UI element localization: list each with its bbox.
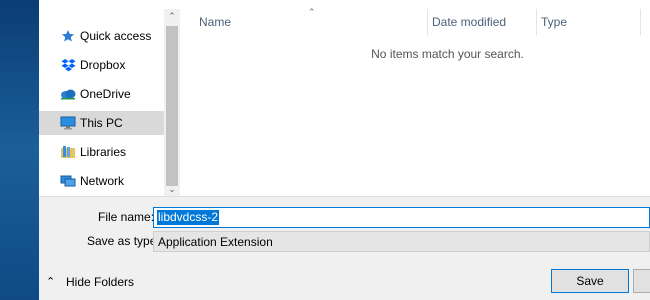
nav-label: Network bbox=[80, 174, 125, 188]
column-header-date-modified[interactable]: Date modified bbox=[432, 9, 532, 35]
nav-item-libraries[interactable]: Libraries bbox=[39, 140, 164, 164]
column-header-type[interactable]: Type bbox=[541, 9, 641, 35]
file-name-label: File name: bbox=[98, 210, 155, 224]
nav-label: OneDrive bbox=[80, 87, 131, 101]
navigation-pane: Quick access Dropbox OneDrive This PC Li… bbox=[39, 9, 164, 196]
save-button[interactable]: Save bbox=[551, 269, 629, 293]
libraries-icon bbox=[60, 144, 76, 160]
nav-item-this-pc[interactable]: This PC bbox=[39, 111, 164, 135]
column-divider[interactable] bbox=[640, 9, 641, 35]
network-icon bbox=[60, 173, 76, 189]
save-as-type-value: Application Extension bbox=[158, 235, 273, 249]
empty-results-message: No items match your search. bbox=[371, 47, 524, 61]
save-as-type-select[interactable]: Application Extension bbox=[153, 231, 650, 252]
column-divider[interactable] bbox=[536, 9, 537, 35]
save-button-label: Save bbox=[576, 274, 604, 288]
hide-folders-label: Hide Folders bbox=[66, 275, 135, 289]
nav-label: Libraries bbox=[80, 145, 127, 159]
dialog-top-edge bbox=[39, 0, 650, 9]
chevron-down-icon[interactable]: ⌄ bbox=[164, 182, 180, 196]
computer-icon bbox=[60, 115, 76, 131]
file-name-value: libdvdcss-2 bbox=[157, 210, 220, 225]
file-list-pane: ⌃ Name Date modified Type No items match… bbox=[180, 7, 650, 196]
nav-label: This PC bbox=[80, 116, 123, 130]
nav-item-network[interactable]: Network bbox=[39, 169, 164, 193]
desktop-background bbox=[0, 0, 39, 300]
nav-item-onedrive[interactable]: OneDrive bbox=[39, 82, 164, 106]
dropbox-icon bbox=[60, 57, 76, 73]
file-name-input[interactable]: libdvdcss-2 bbox=[153, 207, 650, 228]
nav-item-quick-access[interactable]: Quick access bbox=[39, 24, 164, 48]
chevron-up-icon[interactable]: ⌃ bbox=[164, 9, 180, 23]
column-header-name[interactable]: Name bbox=[199, 9, 429, 35]
chevron-up-icon: ⌃ bbox=[46, 276, 56, 288]
save-form-panel: File name: libdvdcss-2 Save as type: App… bbox=[39, 196, 650, 300]
onedrive-icon bbox=[60, 86, 76, 102]
scrollbar-thumb[interactable] bbox=[166, 26, 178, 186]
star-icon bbox=[60, 28, 76, 44]
nav-label: Quick access bbox=[80, 29, 152, 43]
column-divider[interactable] bbox=[427, 9, 428, 35]
save-as-dialog: Quick access Dropbox OneDrive This PC Li… bbox=[39, 0, 650, 300]
nav-item-dropbox[interactable]: Dropbox bbox=[39, 53, 164, 77]
navigation-scrollbar[interactable]: ⌃ ⌄ bbox=[164, 9, 180, 196]
nav-label: Dropbox bbox=[80, 58, 126, 72]
cancel-button[interactable] bbox=[633, 269, 650, 293]
save-as-type-label: Save as type: bbox=[87, 234, 160, 248]
